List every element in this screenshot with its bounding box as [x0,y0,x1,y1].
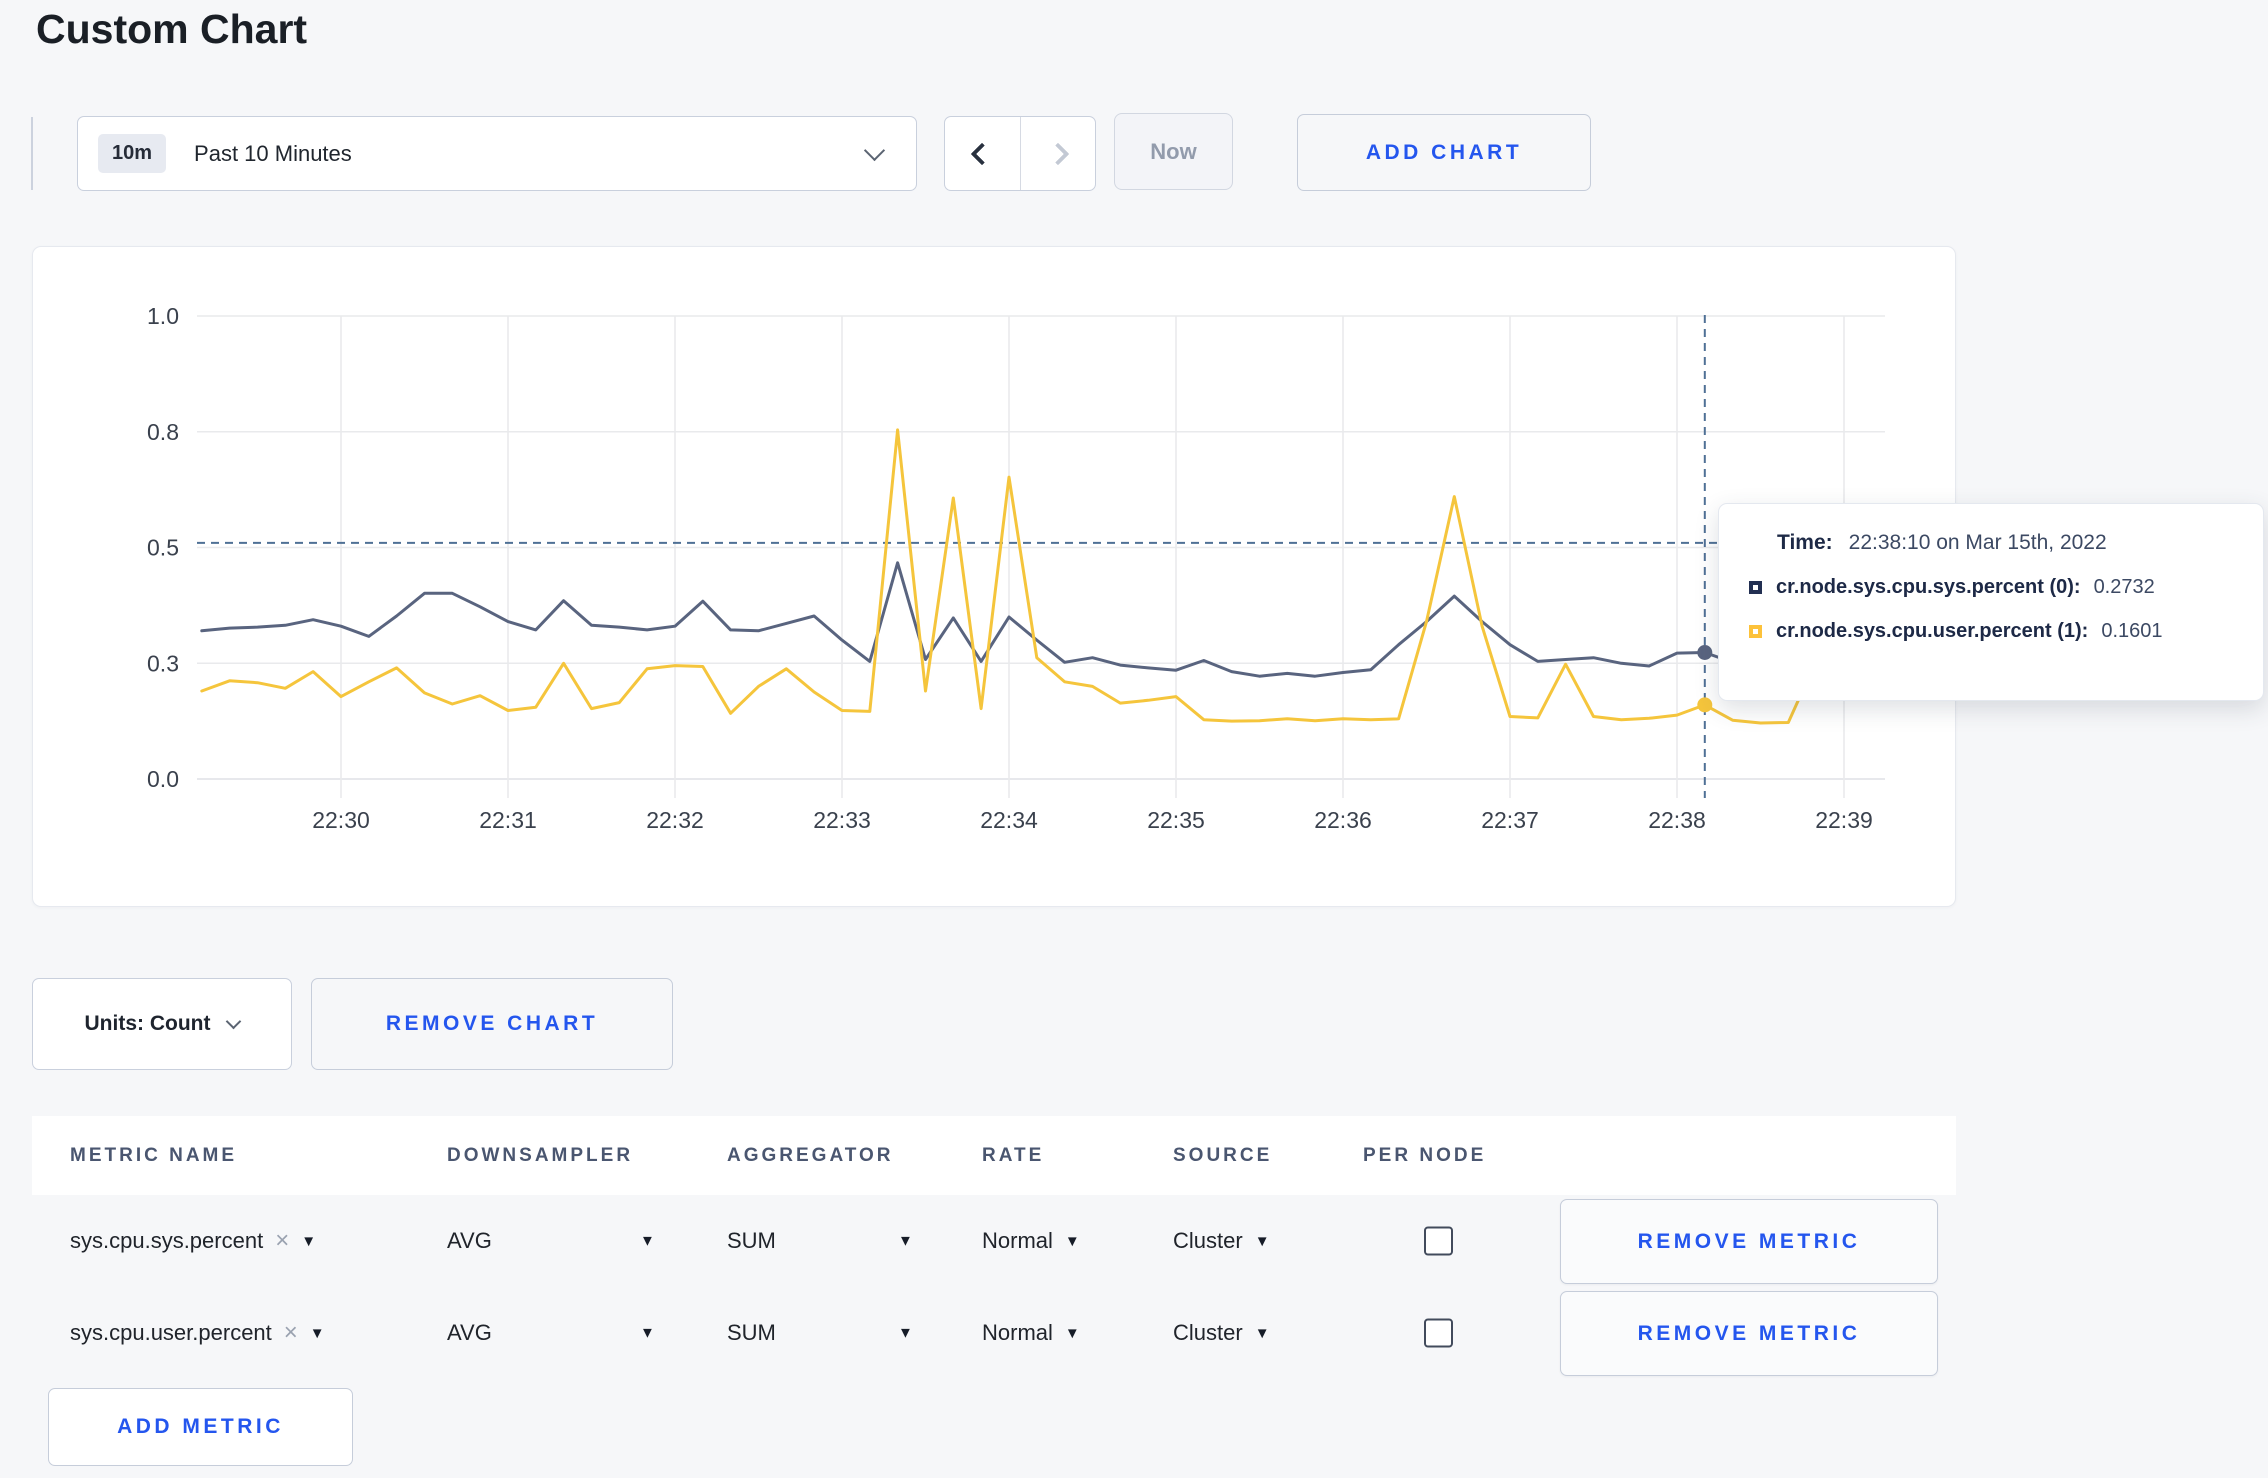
dropdown-arrow-icon[interactable]: ▼ [640,1233,655,1250]
timeseries-chart[interactable]: 0.0 0.3 0.5 0.8 1.0 22:30 22:31 22:32 22:33 22:34… [33,247,1957,906]
time-range-label: Past 10 Minutes [194,140,352,166]
custom-chart-page: { "page": { "title": "Custom Chart", "ba… [0,0,2268,1478]
dropdown-arrow-icon[interactable]: ▼ [640,1325,655,1342]
tooltip-time-row: Time: 22:38:10 on Mar 15th, 2022 [1777,531,2263,555]
series-line-sys [200,561,1846,678]
tooltip-series-label: cr.node.sys.cpu.sys.percent (0): [1776,576,2081,598]
rate-dropdown[interactable]: Normal ▼ [982,1228,1080,1254]
dropdown-arrow-icon: ▼ [1254,1324,1270,1342]
y-axis-tick-label: 0.3 [147,650,179,676]
x-axis-tick-label: 22:35 [1147,807,1205,833]
series-user-swatch-icon [1749,625,1762,638]
page-title: Custom Chart [36,6,308,52]
downsampler-dropdown[interactable]: AVG [447,1320,492,1346]
tooltip-series-row: cr.node.sys.cpu.sys.percent (0): 0.2732 [1749,576,2263,599]
table-row: sys.cpu.user.percent × ▼ AVG ▼ SUM ▼ Nor… [32,1287,1956,1379]
y-axis-tick-label: 0.5 [147,535,179,561]
tooltip-series-label: cr.node.sys.cpu.user.percent (1): [1776,620,2089,642]
dropdown-arrow-icon: ▼ [1064,1324,1080,1342]
tooltip-series-value: 0.2732 [2093,576,2155,598]
metrics-table-header: METRIC NAME DOWNSAMPLER AGGREGATOR RATE … [32,1116,1956,1195]
remove-selection-icon[interactable]: × [275,1227,289,1255]
source-dropdown[interactable]: Cluster ▼ [1173,1320,1270,1346]
rate-value: Normal [982,1228,1053,1253]
col-header-per-node: PER NODE [1363,1145,1487,1166]
source-value: Cluster [1173,1320,1243,1345]
hover-point-user [1697,697,1713,713]
remove-metric-button[interactable]: REMOVE METRIC [1560,1291,1938,1376]
aggregator-value: SUM [727,1228,776,1253]
now-button[interactable]: Now [1114,113,1233,190]
dropdown-arrow-icon: ▼ [1254,1232,1270,1250]
aggregator-value: SUM [727,1320,776,1345]
x-axis-tick-label: 22:39 [1815,807,1873,833]
toolbar-divider [31,117,33,190]
next-range-button[interactable] [1019,117,1096,190]
x-axis-tick-label: 22:37 [1481,807,1539,833]
aggregator-dropdown[interactable]: SUM [727,1228,776,1254]
col-header-downsampler: DOWNSAMPLER [447,1145,634,1166]
y-axis-tick-label: 0.8 [147,419,179,445]
tooltip-time-value: 22:38:10 on Mar 15th, 2022 [1848,531,2107,554]
chart-panel: 0.0 0.3 0.5 0.8 1.0 22:30 22:31 22:32 22:33 22:34… [32,246,1956,907]
rate-dropdown[interactable]: Normal ▼ [982,1320,1080,1346]
time-range-badge: 10m [98,134,167,173]
chevron-down-icon [863,139,886,161]
add-chart-button[interactable]: ADD CHART [1297,114,1591,191]
time-range-select[interactable]: 10m Past 10 Minutes [77,116,917,191]
y-axis-tick-label: 0.0 [147,766,179,792]
x-axis-tick-label: 22:36 [1314,807,1372,833]
metric-name-dropdown[interactable]: sys.cpu.user.percent × ▼ [70,1319,325,1347]
per-node-checkbox[interactable] [1424,1318,1453,1348]
tooltip-series-row: cr.node.sys.cpu.user.percent (1): 0.1601 [1749,620,2263,643]
chevron-left-icon [970,142,994,165]
rate-value: Normal [982,1320,1053,1345]
per-node-checkbox[interactable] [1424,1226,1453,1256]
remove-selection-icon[interactable]: × [284,1319,298,1347]
series-sys-swatch-icon [1749,581,1762,594]
x-axis-tick-label: 22:31 [479,807,537,833]
x-axis-tick-label: 22:34 [980,807,1038,833]
col-header-rate: RATE [982,1145,1045,1166]
chart-tooltip: Time: 22:38:10 on Mar 15th, 2022 cr.node.… [1718,503,2264,701]
aggregator-dropdown[interactable]: SUM [727,1320,776,1346]
metric-name-value: sys.cpu.user.percent [70,1320,272,1345]
dropdown-arrow-icon: ▼ [1064,1232,1080,1250]
units-select[interactable]: Units: Count [32,978,292,1070]
downsampler-value: AVG [447,1320,492,1345]
tooltip-time-label: Time: [1777,531,1833,554]
downsampler-value: AVG [447,1228,492,1253]
col-header-metric-name: METRIC NAME [70,1145,238,1166]
chevron-down-icon [226,1013,242,1029]
chevron-right-icon [1046,142,1070,165]
hover-point-sys [1697,645,1713,661]
remove-metric-button[interactable]: REMOVE METRIC [1560,1199,1938,1284]
dropdown-arrow-icon: ▼ [301,1232,317,1250]
x-axis-tick-label: 22:33 [813,807,871,833]
metric-name-dropdown[interactable]: sys.cpu.sys.percent × ▼ [70,1227,316,1255]
dropdown-arrow-icon[interactable]: ▼ [898,1325,913,1342]
table-row: sys.cpu.sys.percent × ▼ AVG ▼ SUM ▼ Norm… [32,1195,1956,1287]
x-axis-tick-label: 22:38 [1648,807,1706,833]
tooltip-series-value: 0.1601 [2101,620,2163,642]
metric-name-value: sys.cpu.sys.percent [70,1228,264,1253]
prev-range-button[interactable] [945,117,1020,190]
x-axis-tick-label: 22:30 [312,807,370,833]
series-line-user [200,428,1846,725]
source-value: Cluster [1173,1228,1243,1253]
dropdown-arrow-icon: ▼ [309,1324,325,1342]
y-axis-tick-label: 1.0 [147,303,179,329]
remove-chart-button[interactable]: REMOVE CHART [311,978,673,1070]
time-nav-group [944,116,1096,191]
x-axis-tick-label: 22:32 [646,807,704,833]
col-header-source: SOURCE [1173,1145,1273,1166]
units-label: Units: Count [84,1012,211,1035]
source-dropdown[interactable]: Cluster ▼ [1173,1228,1270,1254]
col-header-aggregator: AGGREGATOR [727,1145,894,1166]
downsampler-dropdown[interactable]: AVG [447,1228,492,1254]
add-metric-button[interactable]: ADD METRIC [48,1388,353,1466]
dropdown-arrow-icon[interactable]: ▼ [898,1233,913,1250]
